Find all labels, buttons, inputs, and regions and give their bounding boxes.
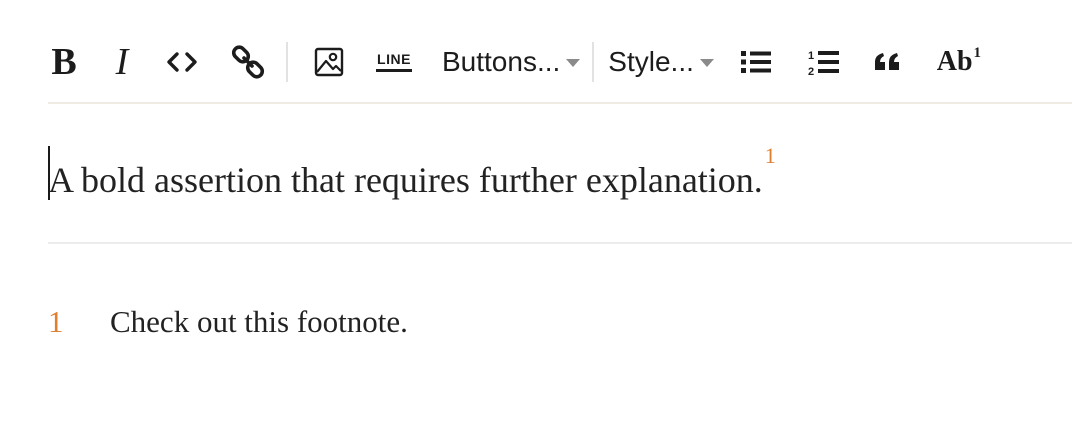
numbered-list-icon: 1 2 [808, 50, 839, 76]
rule-bar [376, 69, 412, 72]
code-button[interactable] [164, 38, 200, 86]
bold-icon: B [51, 41, 77, 83]
link-icon [231, 45, 265, 79]
formatting-toolbar: B I LINE Buttons... Style... 1 2 Ab1 [48, 30, 1072, 94]
footnote-icon: Ab1 [936, 45, 982, 77]
bold-button[interactable]: B [48, 38, 80, 86]
footnote-button[interactable]: Ab1 [936, 38, 982, 86]
footnote-reference[interactable]: 1 [765, 143, 776, 168]
footnote-icon-label: Ab [936, 46, 973, 77]
style-dropdown[interactable]: Style... [608, 38, 714, 86]
style-dropdown-label: Style... [608, 46, 694, 77]
paragraph-text: A bold assertion that requires further e… [48, 160, 763, 200]
svg-text:1: 1 [808, 50, 814, 62]
numbered-list-button[interactable]: 1 2 [808, 38, 840, 86]
buttons-dropdown[interactable]: Buttons... [442, 38, 581, 86]
quote-icon [874, 53, 899, 70]
bulleted-list-button[interactable] [740, 38, 772, 86]
italic-icon: I [115, 41, 129, 83]
chevron-down-icon [566, 59, 581, 67]
text-cursor [48, 146, 50, 200]
footnote-item[interactable]: 1 Check out this footnote. [48, 300, 408, 344]
footnote-number: 1 [48, 304, 64, 339]
chevron-down-icon [699, 59, 714, 67]
insert-image-button[interactable] [312, 38, 346, 86]
footnote-text: Check out this footnote. [110, 304, 408, 339]
image-icon [314, 47, 344, 77]
footnotes-divider [48, 242, 1072, 244]
toolbar-separator [592, 42, 595, 82]
link-button[interactable] [230, 38, 266, 86]
horizontal-rule-button[interactable]: LINE [374, 38, 414, 86]
bulleted-list-icon [740, 51, 771, 73]
blockquote-button[interactable] [872, 38, 902, 86]
toolbar-separator [286, 42, 288, 82]
italic-button[interactable]: I [108, 38, 136, 86]
buttons-dropdown-label: Buttons... [442, 46, 561, 77]
horizontal-rule-icon: LINE [377, 51, 411, 67]
footnote-icon-sup: 1 [973, 45, 982, 61]
post-editor: B I LINE Buttons... Style... 1 2 Ab1 A b… [48, 0, 1072, 438]
code-icon [167, 52, 197, 72]
toolbar-divider [48, 102, 1072, 104]
svg-text:2: 2 [808, 66, 814, 76]
editor-paragraph[interactable]: A bold assertion that requires further e… [48, 143, 776, 206]
